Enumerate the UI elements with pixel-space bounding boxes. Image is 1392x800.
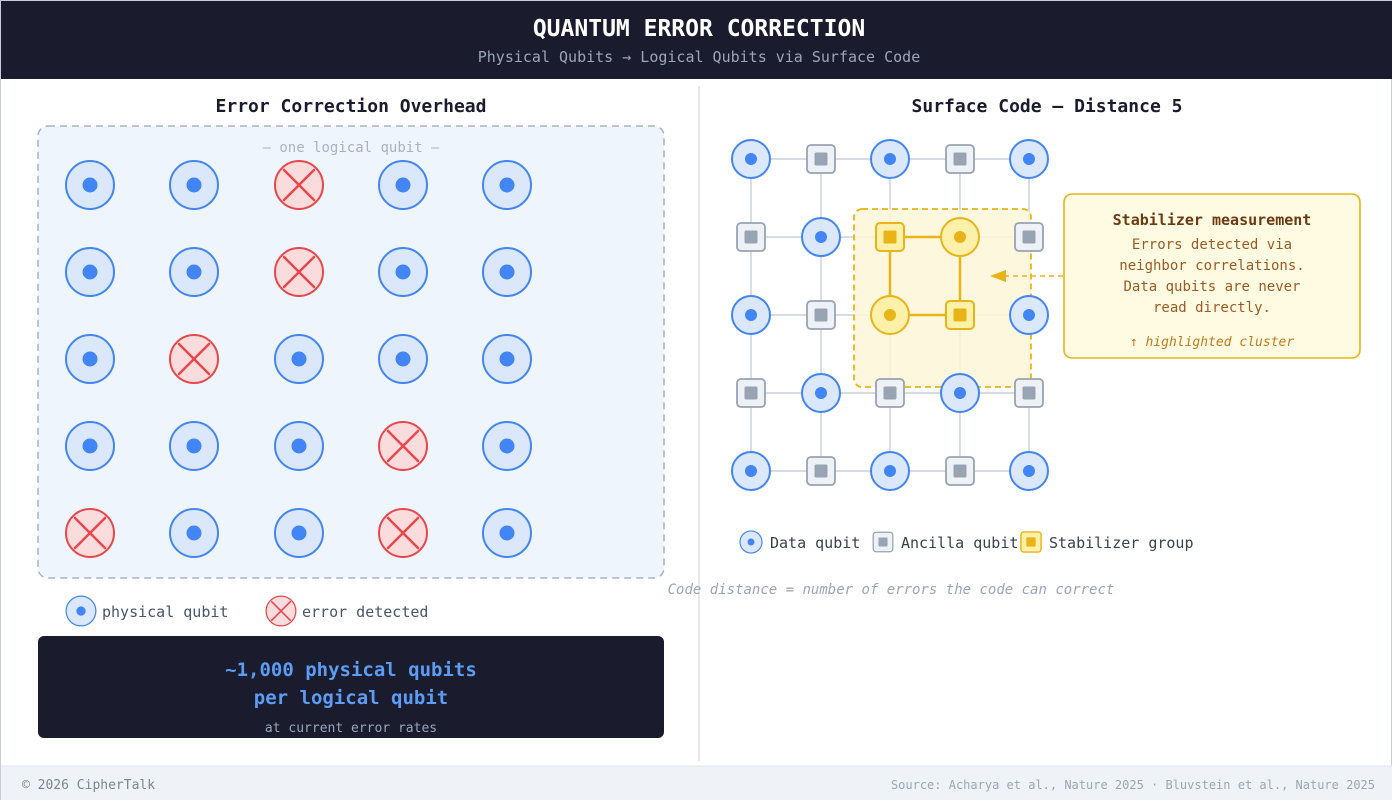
data-qubit <box>870 139 910 179</box>
physical-qubit <box>65 421 115 471</box>
physical-qubit <box>482 508 532 558</box>
physical-qubit <box>378 160 428 210</box>
footer-copyright: © 2026 CipherTalk <box>22 778 155 793</box>
banner-line-1: ~1,000 physical qubits <box>225 659 477 681</box>
physical-qubit-legend-icon <box>65 595 97 627</box>
stabilizer-ancilla-qubit <box>875 222 905 252</box>
stabilizer-group-legend-label: Stabilizer group <box>1049 534 1194 552</box>
ancilla-qubit <box>806 300 836 330</box>
logical-qubit-group <box>37 125 665 579</box>
banner-note: at current error rates <box>264 721 438 736</box>
error-qubit <box>273 159 325 211</box>
right-legend: Data qubit Ancilla qubit Stabilizer grou… <box>739 530 1194 554</box>
ancilla-qubit <box>1014 378 1044 408</box>
data-qubit <box>801 217 841 257</box>
data-qubit <box>870 451 910 491</box>
stabilizer-group-legend-icon <box>1020 531 1042 553</box>
left-legend: physical qubit error detected <box>65 595 428 627</box>
physical-qubit <box>378 334 428 384</box>
physical-qubit <box>482 160 532 210</box>
data-qubit <box>940 373 980 413</box>
overhead-banner: ~1,000 physical qubits per logical qubit… <box>38 636 664 738</box>
physical-qubit <box>482 421 532 471</box>
stabilizer-ancilla-qubit <box>945 300 975 330</box>
ancilla-qubit <box>736 222 766 252</box>
physical-qubit <box>65 334 115 384</box>
physical-qubit <box>482 334 532 384</box>
physical-qubit <box>274 334 324 384</box>
error-qubit <box>273 246 325 298</box>
callout-line-4: read directly. <box>1153 300 1271 316</box>
physical-qubit <box>378 247 428 297</box>
ancilla-qubit <box>806 456 836 486</box>
physical-qubit-legend-label: physical qubit <box>102 603 228 621</box>
left-heading: Error Correction Overhead <box>216 96 487 117</box>
physical-qubit <box>169 247 219 297</box>
physical-qubit <box>65 247 115 297</box>
callout-title: Stabilizer measurement <box>1113 211 1312 229</box>
physical-qubit <box>169 508 219 558</box>
error-qubit <box>377 507 429 559</box>
data-qubit <box>731 451 771 491</box>
page-title: QUANTUM ERROR CORRECTION <box>533 16 865 42</box>
error-detected-legend-icon <box>265 595 297 627</box>
page-subtitle: Physical Qubits → Logical Qubits via Sur… <box>478 48 921 66</box>
ancilla-qubit <box>945 144 975 174</box>
data-qubit <box>1009 295 1049 335</box>
callout-line-1: Errors detected via <box>1132 237 1292 253</box>
footer-source: Source: Acharya et al., Nature 2025 · Bl… <box>891 778 1375 792</box>
data-qubit <box>1009 139 1049 179</box>
data-qubit <box>731 139 771 179</box>
callout-tag: ↑ highlighted cluster <box>1130 335 1295 350</box>
physical-qubit <box>274 421 324 471</box>
ancilla-qubit <box>736 378 766 408</box>
stabilizer-callout: Stabilizer measurement Errors detected v… <box>990 193 1361 359</box>
error-qubit <box>377 420 429 472</box>
error-detected-legend-label: error detected <box>302 603 428 621</box>
data-qubit <box>731 295 771 335</box>
ancilla-qubit-legend-icon <box>872 531 894 553</box>
ancilla-qubit <box>1014 222 1044 252</box>
physical-qubit <box>169 160 219 210</box>
data-qubit-legend-icon <box>739 530 763 554</box>
physical-qubit <box>482 247 532 297</box>
ancilla-qubit-legend-label: Ancilla qubit <box>901 534 1018 552</box>
data-qubit <box>1009 451 1049 491</box>
ancilla-qubit <box>875 378 905 408</box>
data-qubit-legend-label: Data qubit <box>770 534 860 552</box>
error-qubit <box>168 333 220 385</box>
stabilizer-data-qubit <box>940 217 980 257</box>
right-heading: Surface Code — Distance 5 <box>912 96 1183 117</box>
callout-line-3: Data qubits are never <box>1123 279 1300 295</box>
ancilla-qubit <box>945 456 975 486</box>
ancilla-qubit <box>806 144 836 174</box>
error-qubit <box>64 507 116 559</box>
logical-qubit-label: — one logical qubit — <box>262 140 440 156</box>
physical-qubit <box>169 421 219 471</box>
stabilizer-data-qubit <box>870 295 910 335</box>
code-distance-caption: Code distance = number of errors the cod… <box>668 582 1115 598</box>
physical-qubit <box>274 508 324 558</box>
banner-line-2: per logical qubit <box>253 687 449 709</box>
data-qubit <box>801 373 841 413</box>
physical-qubit <box>65 160 115 210</box>
callout-line-2: neighbor correlations. <box>1119 258 1304 274</box>
